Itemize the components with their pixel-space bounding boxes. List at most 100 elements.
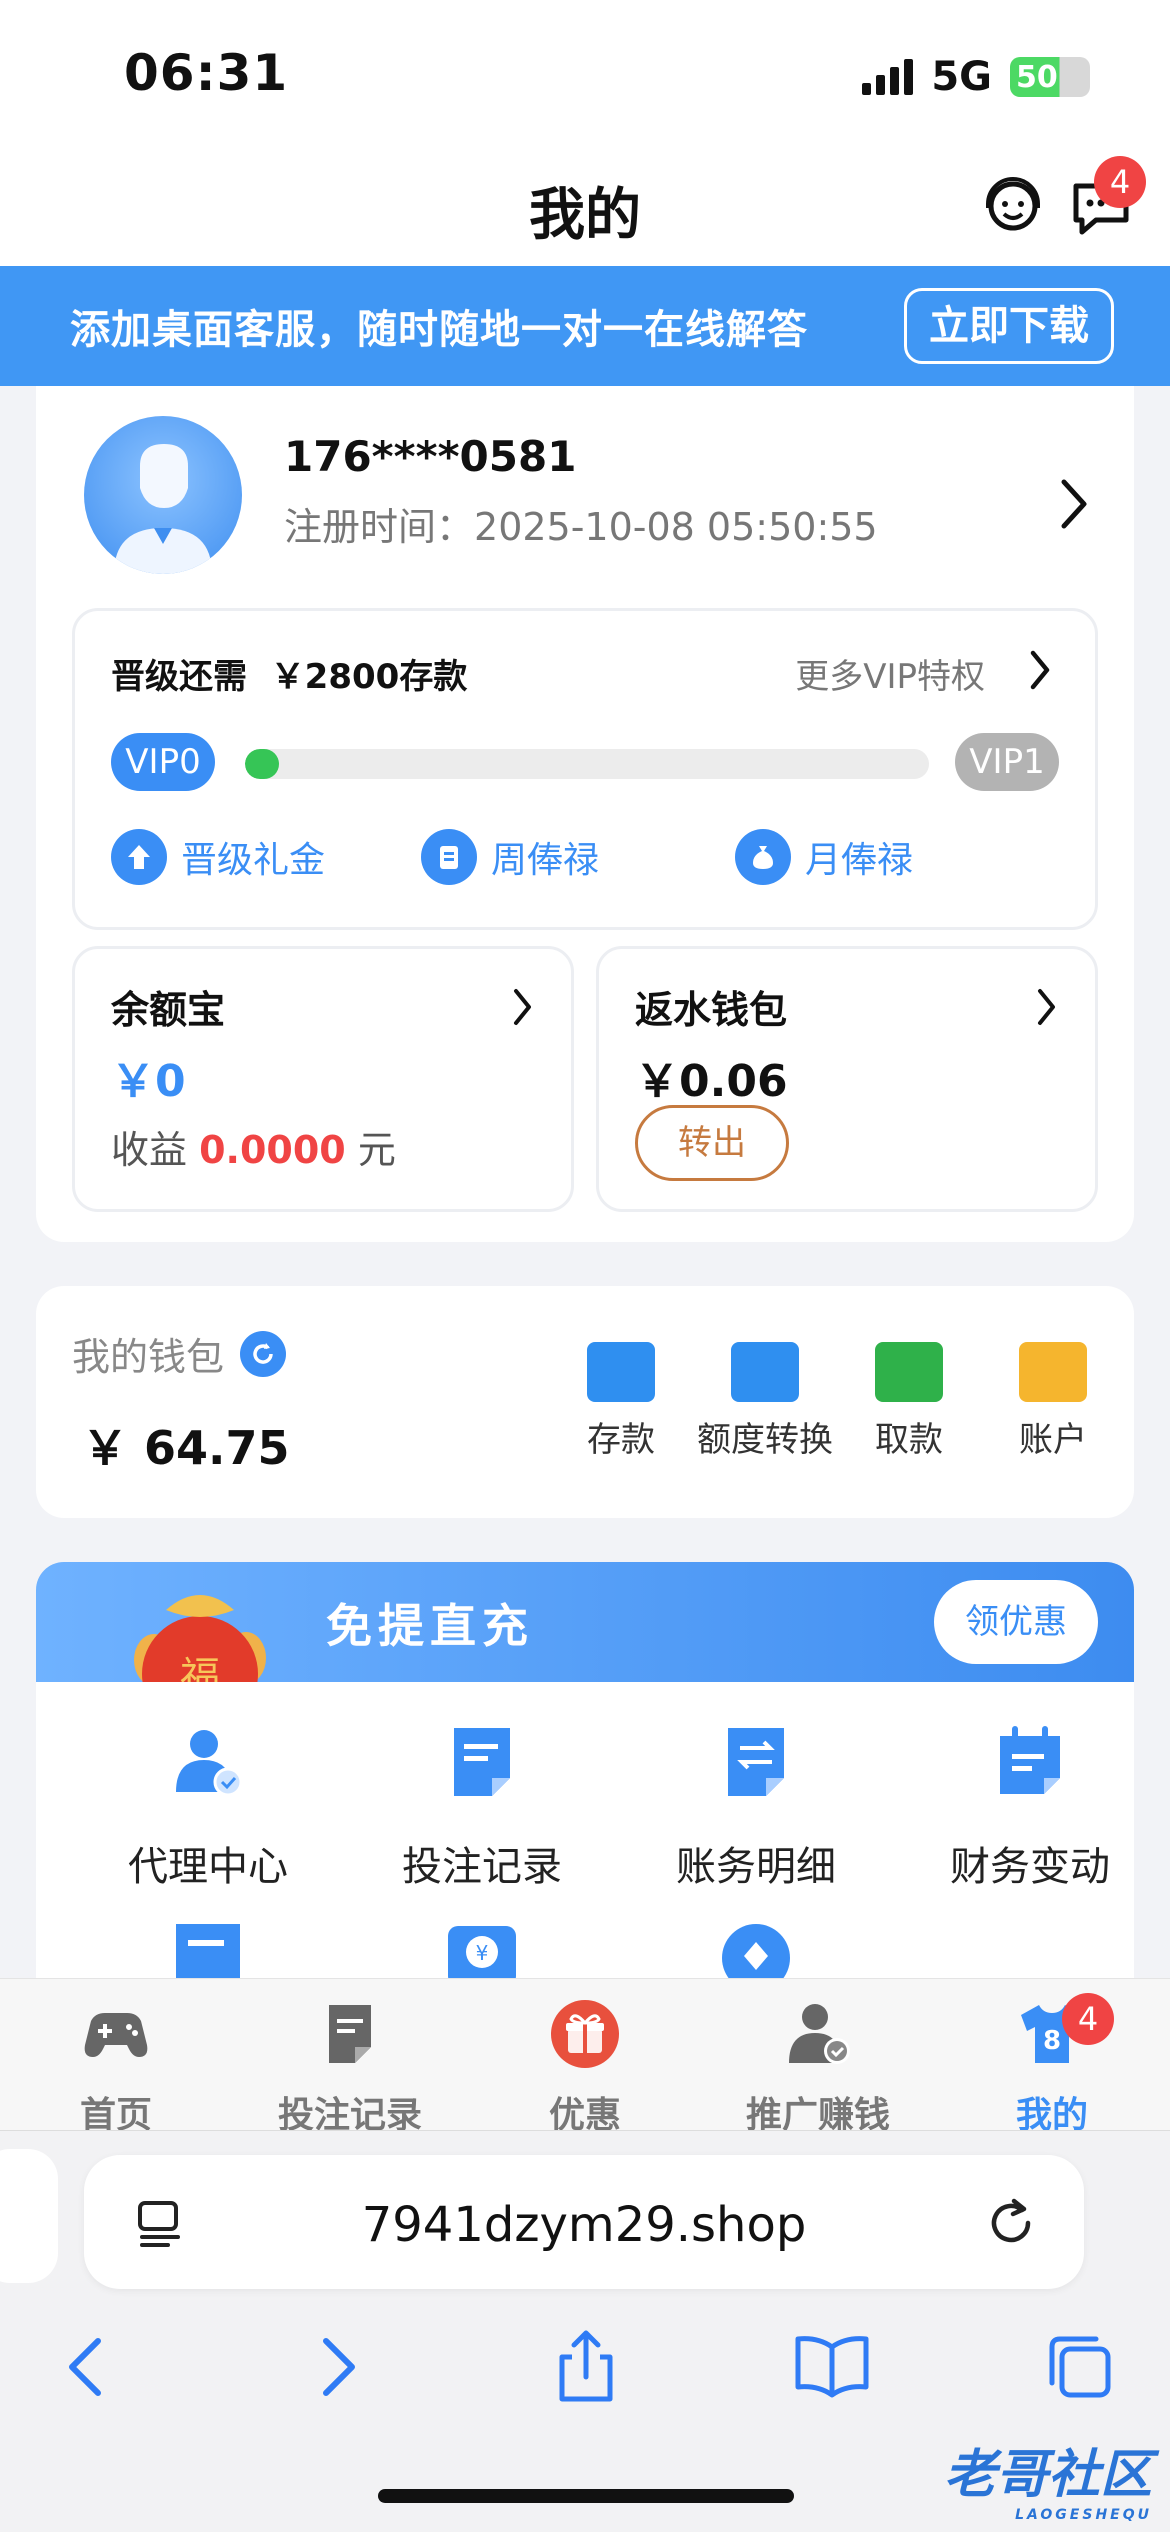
jersey-number: 8	[1043, 2026, 1061, 2056]
grid-item-finance-changes[interactable]: 财务变动	[910, 1722, 1134, 1892]
signal-icon	[862, 59, 914, 95]
vip-benefits: 晋级礼金 周俸禄 月俸禄	[111, 829, 1071, 893]
rebate-wallet-amount: ￥0.06	[635, 1056, 788, 1107]
account-button[interactable]: 账户	[978, 1342, 1128, 1461]
chevron-right-icon[interactable]	[1025, 647, 1055, 693]
balance-treasure-card[interactable]: 余额宝 ￥0 收益 0.0000 元	[72, 946, 574, 1212]
wallet-actions: 存款 额度转换 取款 账户	[546, 1342, 1106, 1472]
bookmarks-icon[interactable]	[792, 2327, 872, 2407]
gamepad-icon	[84, 2013, 148, 2057]
grid-item-agent-center[interactable]: 代理中心	[88, 1722, 328, 1892]
balance-treasure-income: 收益 0.0000 元	[111, 1119, 396, 1174]
tab-referral[interactable]: 推广赚钱	[718, 1999, 918, 2138]
reg-value: 2025-10-08 05:50:55	[474, 505, 878, 549]
watermark-sub: LAOGESHEQU	[1015, 2507, 1152, 2523]
vip-need-value: ￥2800存款	[270, 657, 468, 697]
withdraw-icon	[875, 1342, 943, 1402]
grid-label: 代理中心	[128, 1844, 288, 1890]
refresh-icon[interactable]	[240, 1330, 287, 1377]
vip-link-monthly[interactable]: 月俸禄	[735, 829, 913, 885]
user-check-icon	[789, 2004, 850, 2064]
wallet-balance: ￥ 64.75	[82, 1421, 290, 1475]
promo-banner[interactable]: 福 免提直充 领优惠	[36, 1562, 1134, 1682]
deposit-button[interactable]: 存款	[546, 1342, 696, 1461]
lucky-bag-icon: 福	[134, 1595, 266, 1682]
rebate-wallet-title: 返水钱包	[635, 988, 788, 1032]
share-icon[interactable]	[546, 2327, 626, 2407]
status-indicators: 5G 50	[862, 54, 1090, 100]
tab-bet-records[interactable]: 投注记录	[250, 1999, 450, 2138]
tab-home[interactable]: 首页	[16, 1999, 216, 2138]
chevron-right-icon[interactable]	[1033, 985, 1061, 1029]
income-value: 0.0000	[199, 1128, 346, 1172]
yuan-envelope-icon[interactable]: ¥	[442, 1918, 522, 1978]
claim-offer-button[interactable]: 领优惠	[934, 1580, 1098, 1664]
vip-link-weekly[interactable]: 周俸禄	[421, 829, 599, 885]
clipboard-icon	[421, 829, 477, 885]
svg-text:¥: ¥	[476, 1941, 489, 1965]
income-label: 收益	[111, 1128, 188, 1172]
tab-mine[interactable]: 8 我的	[952, 1999, 1152, 2138]
vip-progress-bar	[245, 749, 929, 779]
battery-level: 50	[1016, 59, 1058, 95]
wallet-card: 我的钱包 ￥ 64.75 存款 额度转换 取款 账户	[36, 1286, 1134, 1518]
calendar-icon	[1000, 1726, 1060, 1794]
action-label: 账户	[1019, 1420, 1087, 1460]
download-button[interactable]: 立即下载	[904, 288, 1114, 364]
grid-label: 财务变动	[950, 1844, 1110, 1890]
svg-text:福: 福	[180, 1654, 220, 1682]
forward-icon[interactable]	[298, 2327, 378, 2407]
message-badge: 4	[1094, 156, 1146, 208]
gift-icon	[551, 2000, 619, 2068]
rebate-wallet-card[interactable]: 返水钱包 ￥0.06 转出	[596, 946, 1098, 1212]
diamond-icon[interactable]	[716, 1918, 796, 1978]
agent-icon	[176, 1730, 243, 1797]
grid-label: 账务明细	[676, 1844, 836, 1890]
status-time: 06:31	[124, 44, 289, 102]
document-icon	[454, 1728, 510, 1796]
reload-icon[interactable]	[984, 2195, 1038, 2249]
document-icon	[329, 2005, 371, 2063]
transfer-out-button[interactable]: 转出	[635, 1105, 789, 1181]
tab-badge: 4	[1062, 1993, 1114, 2045]
avatar[interactable]	[84, 416, 242, 574]
watermark-logo: 老哥社区 LAOGESHEQU	[944, 2432, 1152, 2523]
battery-icon: 50	[1010, 57, 1090, 97]
vip-need-label: 晋级还需	[111, 657, 247, 697]
upgrade-arrow-icon	[111, 829, 167, 885]
network-type: 5G	[931, 54, 992, 100]
grid-item-account-details[interactable]: 账务明细	[636, 1722, 876, 1892]
balance-treasure-amount: ￥0	[111, 1056, 186, 1107]
tab-promotions[interactable]: 优惠	[485, 1999, 685, 2138]
vip-requirement: 晋级还需 ￥2800存款	[111, 649, 467, 698]
tab-bar: 首页 投注记录 优惠 推广赚钱 8 我的 4	[0, 1978, 1170, 2136]
vip-link-upgrade-bonus[interactable]: 晋级礼金	[111, 829, 325, 885]
wallet-label-text: 我的钱包	[72, 1335, 225, 1379]
vip-panel: 晋级还需 ￥2800存款 更多VIP特权 VIP0 VIP1 晋级礼金 周俸禄 …	[72, 608, 1098, 930]
registration-time: 注册时间：2025-10-08 05:50:55	[284, 496, 878, 551]
customer-service-icon[interactable]	[980, 174, 1046, 240]
transfer-icon	[731, 1342, 799, 1402]
ledger-icon	[728, 1728, 784, 1796]
action-label: 额度转换	[697, 1420, 833, 1460]
wallet-label: 我的钱包	[72, 1326, 287, 1381]
banner-text: 添加桌面客服，随时随地一对一在线解答	[70, 307, 808, 353]
withdraw-button[interactable]: 取款	[834, 1342, 984, 1461]
watermark-text: 老哥社区	[943, 2445, 1152, 2505]
income-unit: 元	[357, 1128, 396, 1172]
report-icon[interactable]	[168, 1918, 248, 1978]
back-icon[interactable]	[46, 2327, 126, 2407]
vip-link-label: 晋级礼金	[181, 840, 326, 881]
action-label: 取款	[875, 1420, 943, 1460]
chevron-right-icon[interactable]	[509, 985, 537, 1029]
vip-progress-fill	[245, 749, 280, 779]
vip-more-link[interactable]: 更多VIP特权	[795, 649, 985, 698]
chevron-right-icon[interactable]	[1054, 474, 1094, 534]
transfer-button[interactable]: 额度转换	[690, 1342, 840, 1461]
url-bar[interactable]: 7941dzym29.shop	[84, 2155, 1084, 2289]
tabs-icon[interactable]	[1040, 2327, 1120, 2407]
download-banner[interactable]: 添加桌面客服，随时随地一对一在线解答 立即下载	[0, 266, 1170, 386]
grid-item-bet-records[interactable]: 投注记录	[362, 1722, 602, 1892]
home-indicator	[378, 2489, 794, 2503]
previous-tab-preview[interactable]	[0, 2149, 58, 2283]
